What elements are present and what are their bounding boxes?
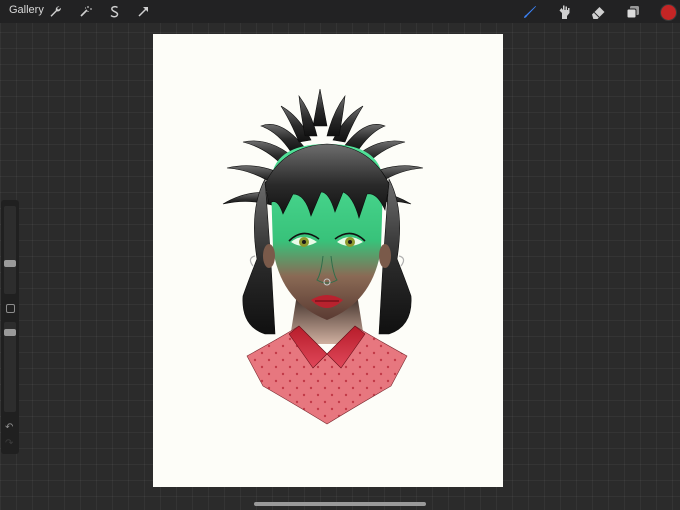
brush-size-slider[interactable] xyxy=(4,206,16,294)
redo-button[interactable]: ↷ xyxy=(5,438,13,449)
wrench-icon[interactable] xyxy=(47,3,64,20)
layers-icon[interactable] xyxy=(624,3,641,20)
brush-icon[interactable] xyxy=(521,3,538,20)
home-indicator xyxy=(254,502,426,506)
smudge-icon[interactable] xyxy=(555,3,572,20)
left-sidebar: ↶ ↷ xyxy=(1,200,19,454)
eraser-icon[interactable] xyxy=(589,3,606,20)
opacity-thumb[interactable] xyxy=(4,329,16,336)
drawing-canvas[interactable] xyxy=(153,34,503,487)
transform-arrow-icon[interactable] xyxy=(135,3,152,20)
color-picker-button[interactable] xyxy=(660,4,677,21)
undo-button[interactable]: ↶ xyxy=(5,422,13,433)
top-toolbar: Gallery xyxy=(0,0,680,23)
modify-button[interactable] xyxy=(6,304,15,313)
portrait-illustration xyxy=(222,88,424,425)
selection-icon[interactable] xyxy=(106,3,123,20)
magic-wand-icon[interactable] xyxy=(77,3,94,20)
brush-size-thumb[interactable] xyxy=(4,260,16,267)
gallery-button[interactable]: Gallery xyxy=(9,4,44,16)
